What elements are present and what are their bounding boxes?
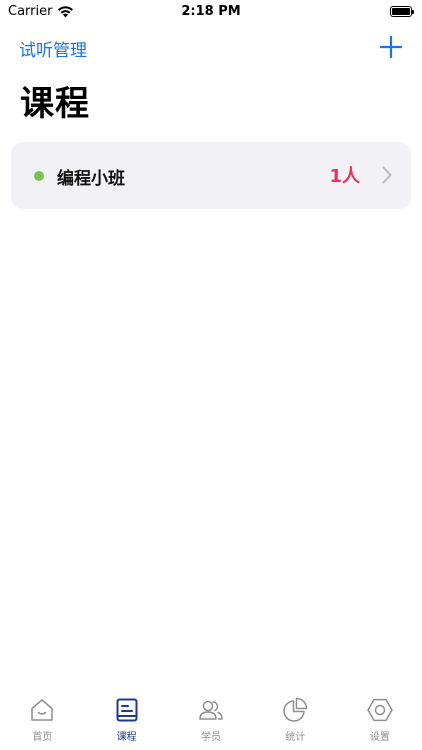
battery-level: [392, 8, 410, 15]
status-bar: Carrier 2:18 PM: [0, 0, 422, 26]
settings-icon: [366, 696, 394, 724]
tab-statistics[interactable]: 统计: [253, 694, 337, 750]
tab-label-students: 学员: [201, 732, 222, 743]
tab-course[interactable]: 课程: [84, 694, 168, 750]
tab-settings[interactable]: 设置: [338, 694, 422, 750]
students-icon: [197, 696, 225, 724]
status-dot: [34, 171, 44, 181]
tab-label-statistics: 统计: [285, 732, 306, 743]
home-icon: [28, 696, 56, 724]
student-count: 1人: [329, 166, 360, 187]
chevron-right-icon: [382, 166, 392, 184]
back-button[interactable]: 试听管理: [19, 36, 87, 61]
tab-label-course: 课程: [116, 732, 137, 743]
status-time: 2:18 PM: [181, 4, 241, 19]
tab-bar: 首页 课程 学员 统计 设置: [0, 694, 422, 750]
course-list: 编程小班 1人: [11, 142, 411, 209]
page-title: 课程: [20, 84, 90, 124]
pie-chart-icon: [281, 696, 309, 724]
course-row[interactable]: 编程小班 1人: [11, 142, 411, 209]
tab-label-home: 首页: [32, 732, 53, 743]
plus-icon: [379, 35, 403, 59]
course-name: 编程小班: [57, 169, 125, 189]
add-course-button[interactable]: [379, 35, 403, 59]
tab-label-settings: 设置: [369, 732, 390, 743]
navigation-bar: 试听管理: [0, 32, 422, 64]
course-book-icon: [113, 696, 141, 724]
tab-home[interactable]: 首页: [0, 694, 84, 750]
battery-icon: [390, 6, 414, 17]
tab-students[interactable]: 学员: [169, 694, 253, 750]
